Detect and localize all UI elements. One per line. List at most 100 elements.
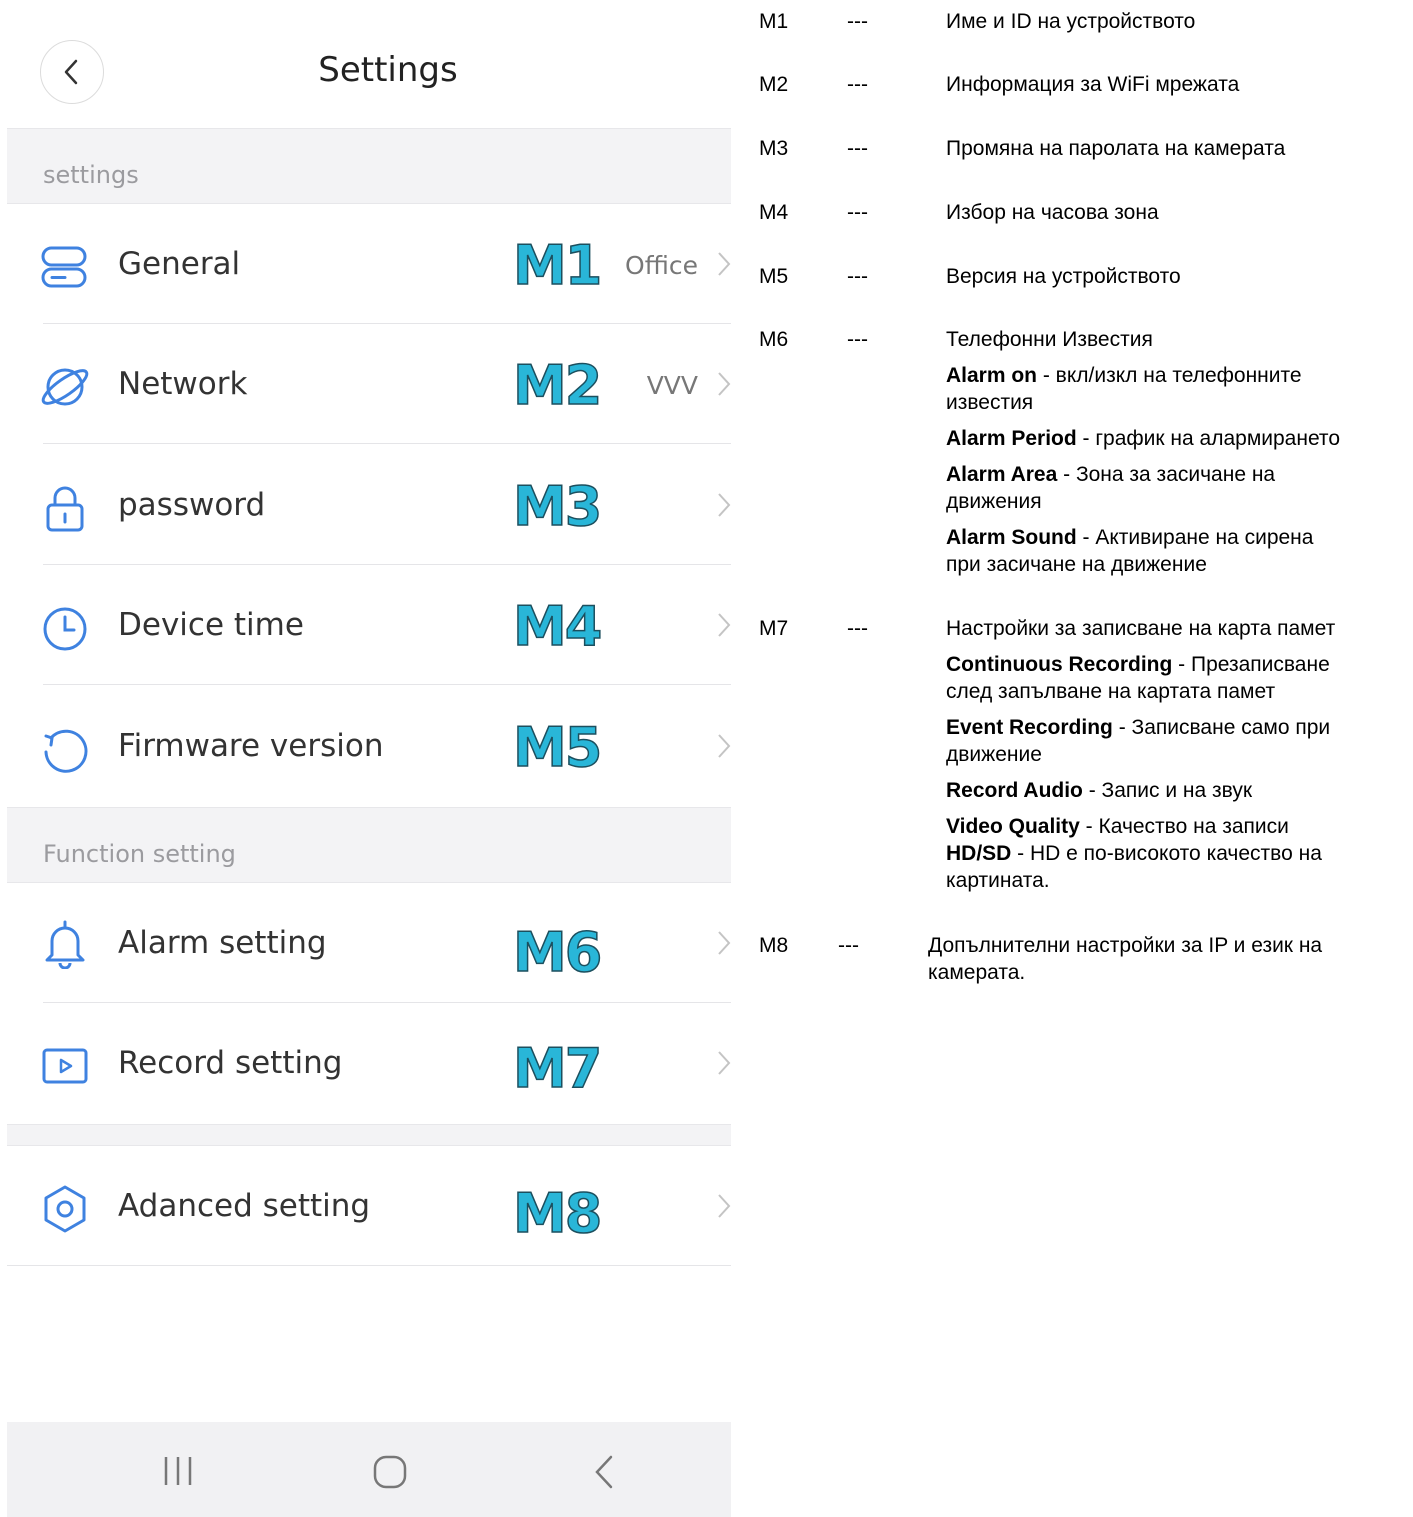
legend-subitem: Alarm Sound - Активиране на сирена при за…: [946, 524, 1406, 578]
chevron-right-icon: [718, 1051, 731, 1075]
legend-text: Име и ID на устройството: [946, 10, 1196, 33]
divider: [43, 443, 731, 444]
item-label: Adanced setting: [118, 1188, 371, 1224]
bell-icon: [45, 920, 85, 969]
home-icon[interactable]: [372, 1454, 408, 1490]
legend-subitem-desc: при засичане на движение: [946, 553, 1207, 576]
top-bar: Settings: [7, 0, 731, 128]
item-value: Office: [625, 251, 698, 280]
play-icon: [42, 1048, 88, 1084]
legend-subitem-term: Alarm on: [946, 364, 1038, 387]
legend-subitem-term: Video Quality: [946, 815, 1080, 838]
item-label: Device time: [118, 607, 304, 643]
legend-subitem: Alarm on - вкл/изкл на телефонните извест…: [946, 362, 1406, 416]
legend-subitem: Continuous Recording - Презаписване след …: [946, 651, 1406, 705]
section-header-function-setting: Function setting: [7, 807, 731, 883]
legend-subitem: Alarm Area - Зона за засичане на движения: [946, 461, 1406, 515]
legend-subitem-desc: след запълване на картата памет: [946, 680, 1276, 703]
settings-item-device-time[interactable]: Device time M4: [7, 565, 731, 685]
chevron-right-icon: [718, 372, 731, 396]
legend-subitem-desc: - Записване само при: [1112, 716, 1331, 739]
system-nav-bar: [7, 1422, 731, 1517]
legend-subitem: Video Quality - Качество на записи: [946, 813, 1406, 840]
legend-code: M1: [759, 10, 789, 33]
item-label: Firmware version: [118, 728, 384, 764]
legend-dash: ---: [847, 617, 868, 640]
item-label: Network: [118, 366, 248, 402]
legend-subitem-term: Alarm Area: [946, 463, 1058, 486]
marker-label: M1: [512, 233, 603, 298]
chevron-right-icon: [718, 493, 731, 517]
legend-dash: ---: [847, 328, 868, 351]
legend-subitem: HD/SD - HD е по-високото качество на карт…: [946, 840, 1406, 894]
legend-subitem: Event Recording - Записване само при движ…: [946, 714, 1406, 768]
legend-text: Настройки за записване на карта памет: [946, 617, 1336, 640]
section-header-settings: settings: [7, 128, 731, 204]
chevron-right-icon: [718, 931, 731, 955]
legend-text-line: Допълнителни настройки за IP и език на: [928, 934, 1323, 957]
marker-label: M5: [512, 715, 603, 780]
legend-subitem-term: Alarm Period: [946, 427, 1077, 450]
legend-text: Промяна на паролата на камерата: [946, 137, 1286, 160]
legend-subitem: Alarm Period - график на алармирането: [946, 425, 1406, 452]
settings-item-alarm-setting[interactable]: Alarm setting M6: [7, 883, 731, 1003]
settings-item-record-setting[interactable]: Record setting M7: [7, 1003, 731, 1124]
marker-label: M3: [512, 474, 603, 539]
legend-dash: ---: [847, 10, 868, 33]
divider: [7, 1265, 731, 1266]
device-icon: [41, 246, 87, 288]
legend-text: Избор на часова зона: [946, 201, 1159, 224]
hexagon-icon: [44, 1185, 86, 1233]
lock-icon: [46, 486, 84, 532]
legend-code: M6: [759, 328, 789, 351]
legend-dash: ---: [847, 137, 868, 160]
back-nav-icon[interactable]: [593, 1454, 615, 1490]
settings-item-network[interactable]: Network M2 VVV: [7, 324, 731, 444]
legend-text-line: камерата.: [928, 961, 1026, 984]
legend-subitem-term: Alarm Sound: [946, 526, 1077, 549]
marker-label: M4: [512, 594, 603, 659]
chevron-right-icon: [718, 613, 731, 637]
settings-item-advanced-setting[interactable]: Adanced setting M8: [7, 1146, 731, 1266]
section-title: settings: [43, 161, 139, 189]
legend-subitem-term: Record Audio: [946, 779, 1083, 802]
legend-dash: ---: [847, 265, 868, 288]
legend-code: M5: [759, 265, 789, 288]
item-label: Alarm setting: [118, 925, 327, 961]
marker-label: M8: [512, 1181, 603, 1246]
legend-text: Версия на устройството: [946, 265, 1181, 288]
clock-icon: [43, 607, 87, 651]
legend-code: M4: [759, 201, 789, 224]
refresh-icon: [44, 729, 88, 773]
marker-label: M6: [512, 920, 603, 985]
legend-subitem-term: Event Recording: [946, 716, 1113, 739]
legend-subitem-term: HD/SD: [946, 842, 1012, 865]
marker-label: M2: [512, 353, 603, 418]
settings-item-general[interactable]: General M1 Office: [7, 204, 731, 324]
marker-label: M7: [512, 1036, 603, 1101]
legend-subitem: Record Audio - Запис и на звук: [946, 777, 1406, 804]
settings-item-password[interactable]: password M3: [7, 445, 731, 565]
recent-apps-icon[interactable]: [162, 1454, 194, 1488]
chevron-right-icon: [718, 1194, 731, 1218]
legend-code: M8: [759, 934, 789, 957]
legend-subitem-desc: - HD е по-високото качество на: [1011, 842, 1322, 865]
settings-item-firmware-version[interactable]: Firmware version M5: [7, 686, 731, 807]
legend-code: M7: [759, 617, 789, 640]
legend-dash: ---: [847, 73, 868, 96]
legend-subitem-desc: - Зона за засичане на: [1057, 463, 1276, 486]
legend-dash: ---: [838, 934, 859, 957]
legend-subitem-desc: - Качество на записи: [1079, 815, 1289, 838]
legend-text: Информация за WiFi мрежата: [946, 73, 1240, 96]
page-title: Settings: [318, 50, 458, 90]
legend-code: M2: [759, 73, 789, 96]
legend-subitem-desc: картината.: [946, 869, 1050, 892]
legend-text: Телефонни Известия: [946, 328, 1153, 351]
phone-screen: Settings settings General M1 Office Netw…: [7, 0, 731, 1517]
chevron-right-icon: [718, 252, 731, 276]
legend-subitem-desc: известия: [946, 391, 1034, 414]
globe-icon: [41, 368, 89, 406]
legend-subitem-desc: движения: [946, 490, 1042, 513]
divider: [43, 684, 731, 685]
item-label: password: [118, 487, 266, 523]
